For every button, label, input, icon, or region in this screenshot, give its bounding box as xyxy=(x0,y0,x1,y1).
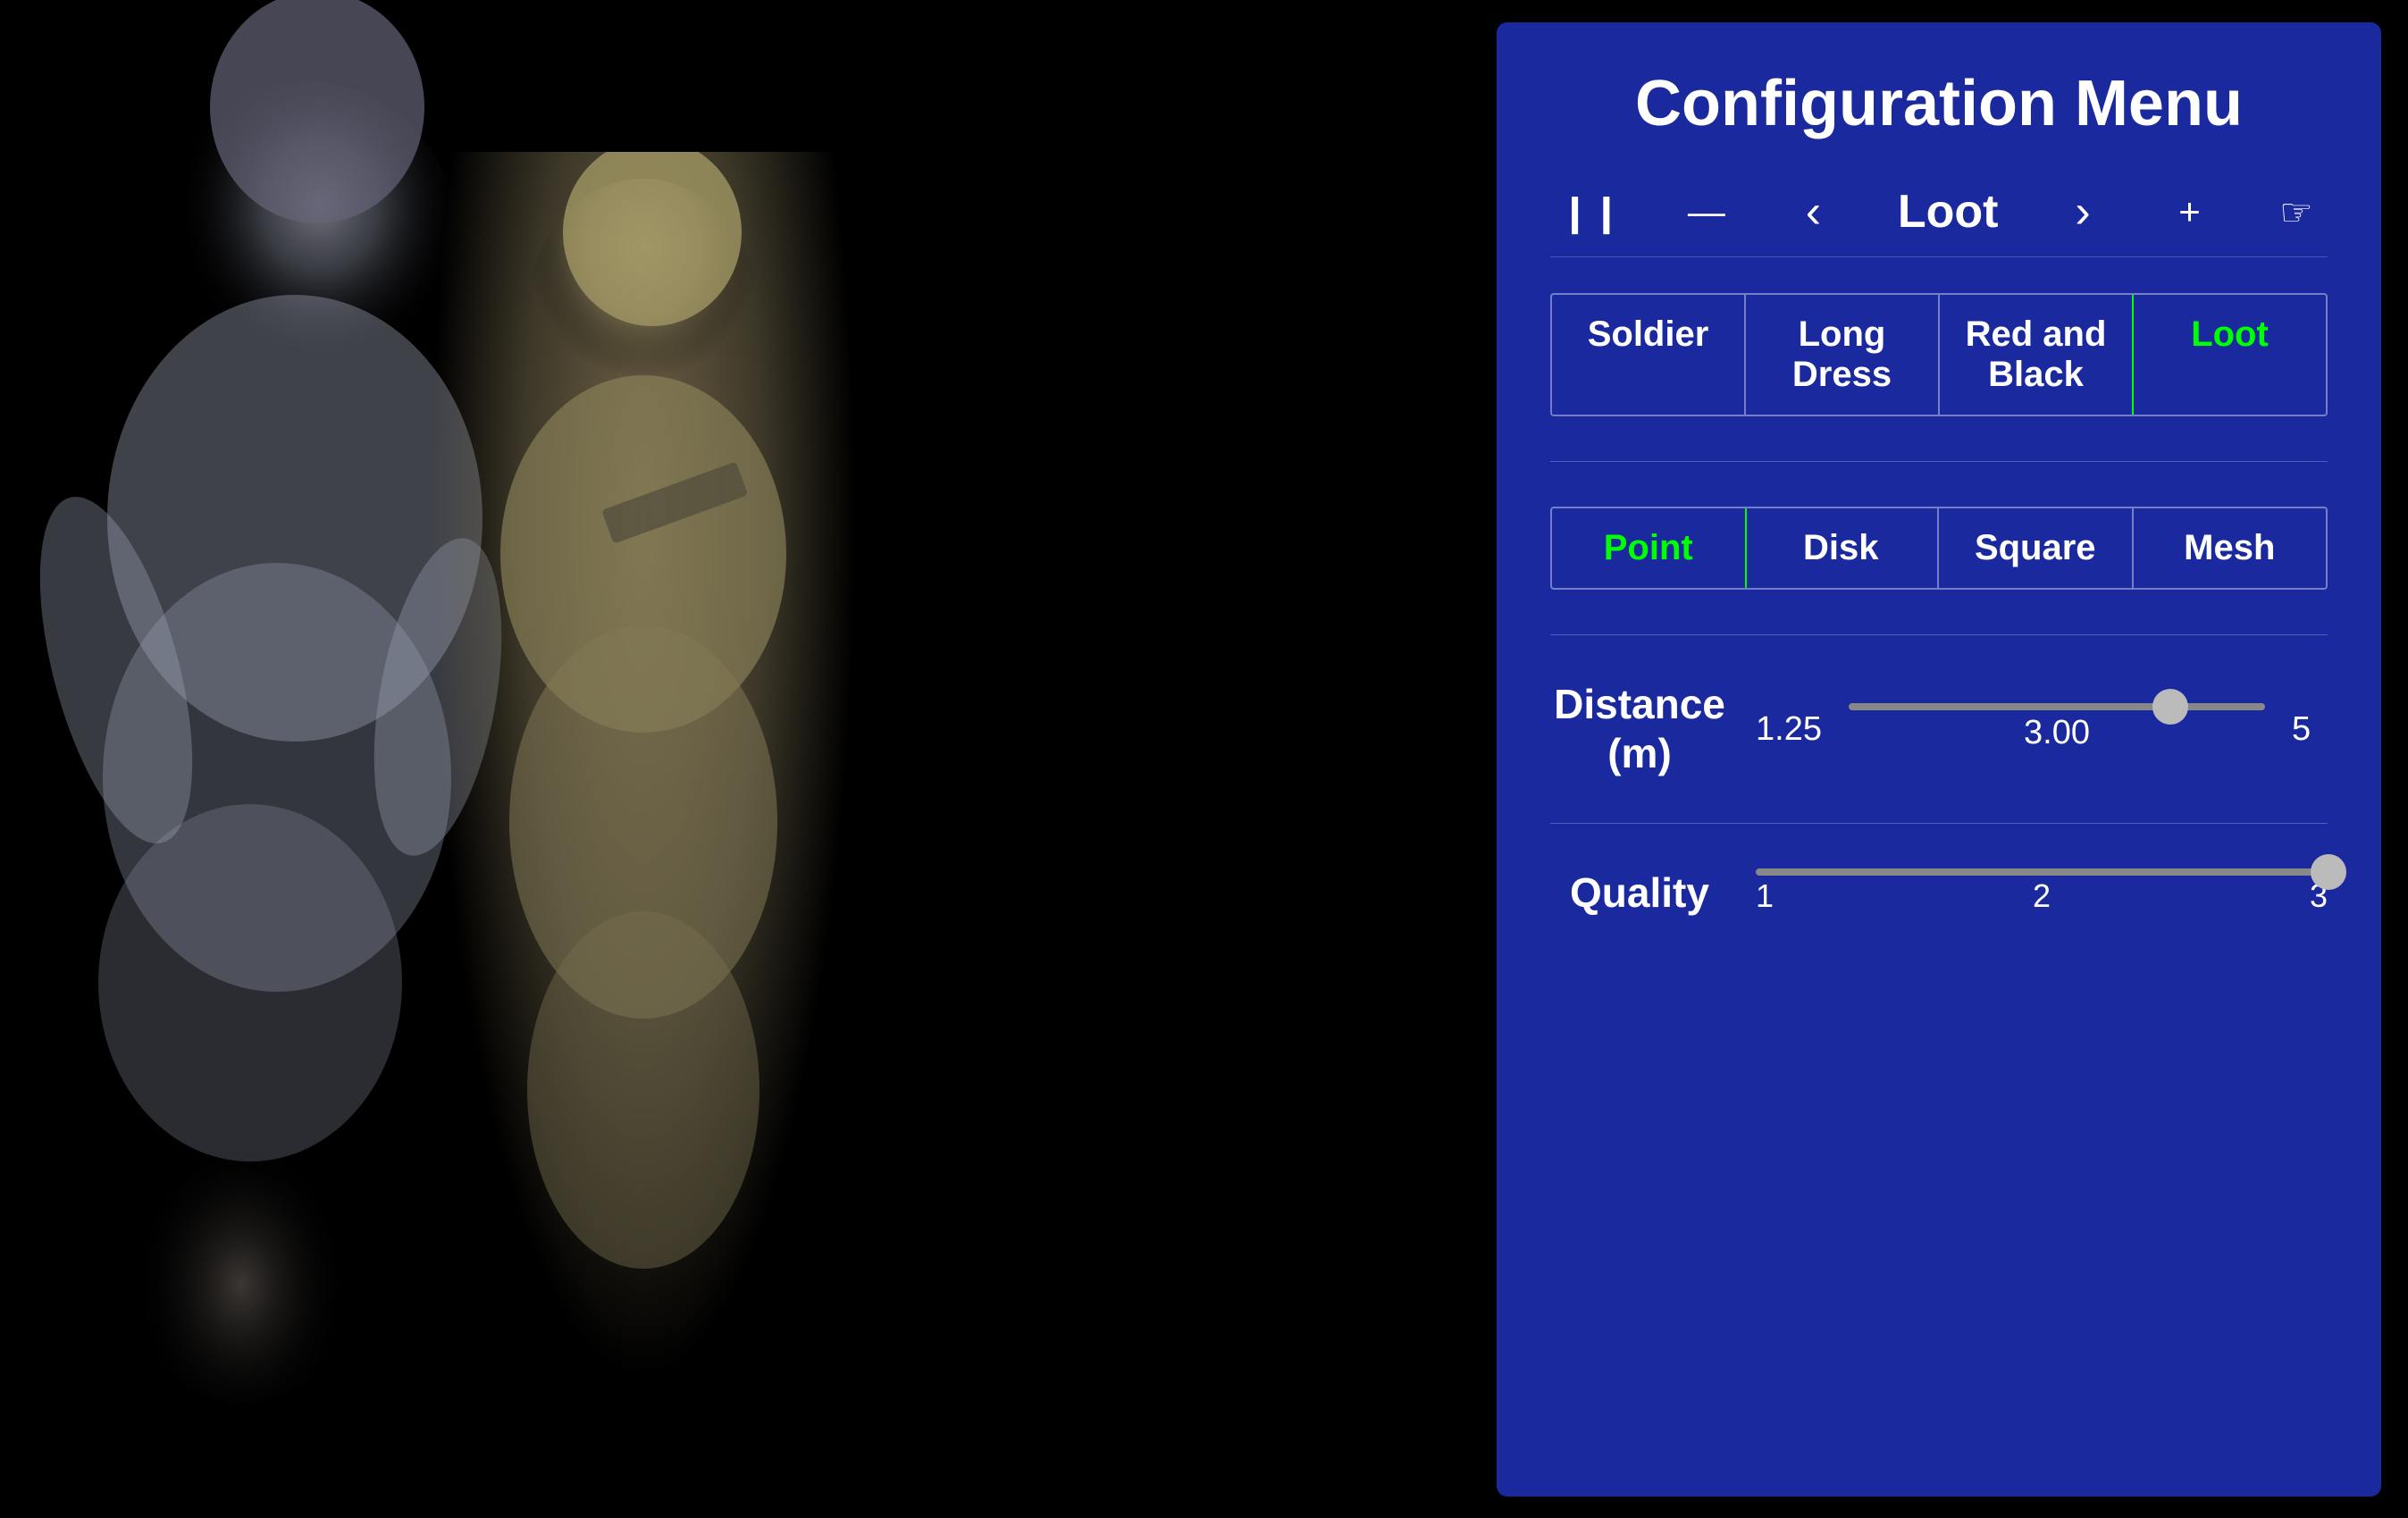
distance-slider-value: 3.00 xyxy=(1849,714,2265,752)
quality-tick-1: 1 xyxy=(1756,877,1774,915)
hand-button[interactable]: ☞ xyxy=(2274,190,2319,234)
divider-3 xyxy=(1550,823,2328,824)
panel-title: Configuration Menu xyxy=(1550,67,2328,140)
distance-slider-row: Distance(m) 1.25 3.00 5 xyxy=(1550,680,2328,778)
render-point-button[interactable]: Point xyxy=(1550,507,1747,590)
render-mesh-button[interactable]: Mesh xyxy=(2134,508,2327,588)
render-mode-group: Point Disk Square Mesh xyxy=(1550,507,2328,590)
distance-max: 5 xyxy=(2292,710,2328,749)
distance-slider-wrapper: 3.00 xyxy=(1849,707,2265,752)
soldier-svg xyxy=(429,152,858,1385)
quality-slider-ticks: 1 2 3 xyxy=(1756,877,2328,915)
next-button[interactable]: › xyxy=(2060,185,2105,239)
model-selection-group: Soldier LongDress Red andBlack Loot xyxy=(1550,293,2328,416)
config-panel: Configuration Menu ❙❙ — ‹ Loot › + ☞ Sol… xyxy=(1497,22,2381,1497)
quality-tick-2: 2 xyxy=(2033,877,2051,915)
distance-section: Distance(m) 1.25 3.00 5 xyxy=(1550,680,2328,778)
quality-label: Quality xyxy=(1550,868,1729,918)
quality-slider-row: Quality 1 2 3 xyxy=(1550,868,2328,918)
distance-slider-thumb[interactable] xyxy=(2152,689,2188,725)
distance-label: Distance(m) xyxy=(1550,680,1729,778)
model-loot-button[interactable]: Loot xyxy=(2132,293,2328,416)
quality-slider-wrapper: 1 2 3 xyxy=(1756,872,2328,915)
quality-section: Quality 1 2 3 xyxy=(1550,868,2328,918)
quality-slider-thumb[interactable] xyxy=(2311,854,2346,890)
model-red-black-button[interactable]: Red andBlack xyxy=(1940,295,2134,415)
plus-button[interactable]: + xyxy=(2168,190,2212,233)
model-soldier-button[interactable]: Soldier xyxy=(1552,295,1746,415)
quality-slider-track xyxy=(1756,868,2328,876)
distance-slider-track xyxy=(1849,703,2265,710)
pause-button[interactable]: ❙❙ xyxy=(1559,190,1622,234)
distance-min: 1.25 xyxy=(1756,710,1822,749)
minus-button[interactable]: — xyxy=(1684,190,1729,233)
divider-1 xyxy=(1550,461,2328,462)
render-disk-button[interactable]: Disk xyxy=(1745,508,1940,588)
prev-button[interactable]: ‹ xyxy=(1791,185,1835,239)
divider-2 xyxy=(1550,634,2328,635)
toolbar-row: ❙❙ — ‹ Loot › + ☞ xyxy=(1550,185,2328,257)
current-model-label: Loot xyxy=(1898,185,1999,239)
model-long-dress-button[interactable]: LongDress xyxy=(1746,295,1940,415)
render-square-button[interactable]: Square xyxy=(1939,508,2134,588)
soldier-figure xyxy=(429,152,858,1385)
